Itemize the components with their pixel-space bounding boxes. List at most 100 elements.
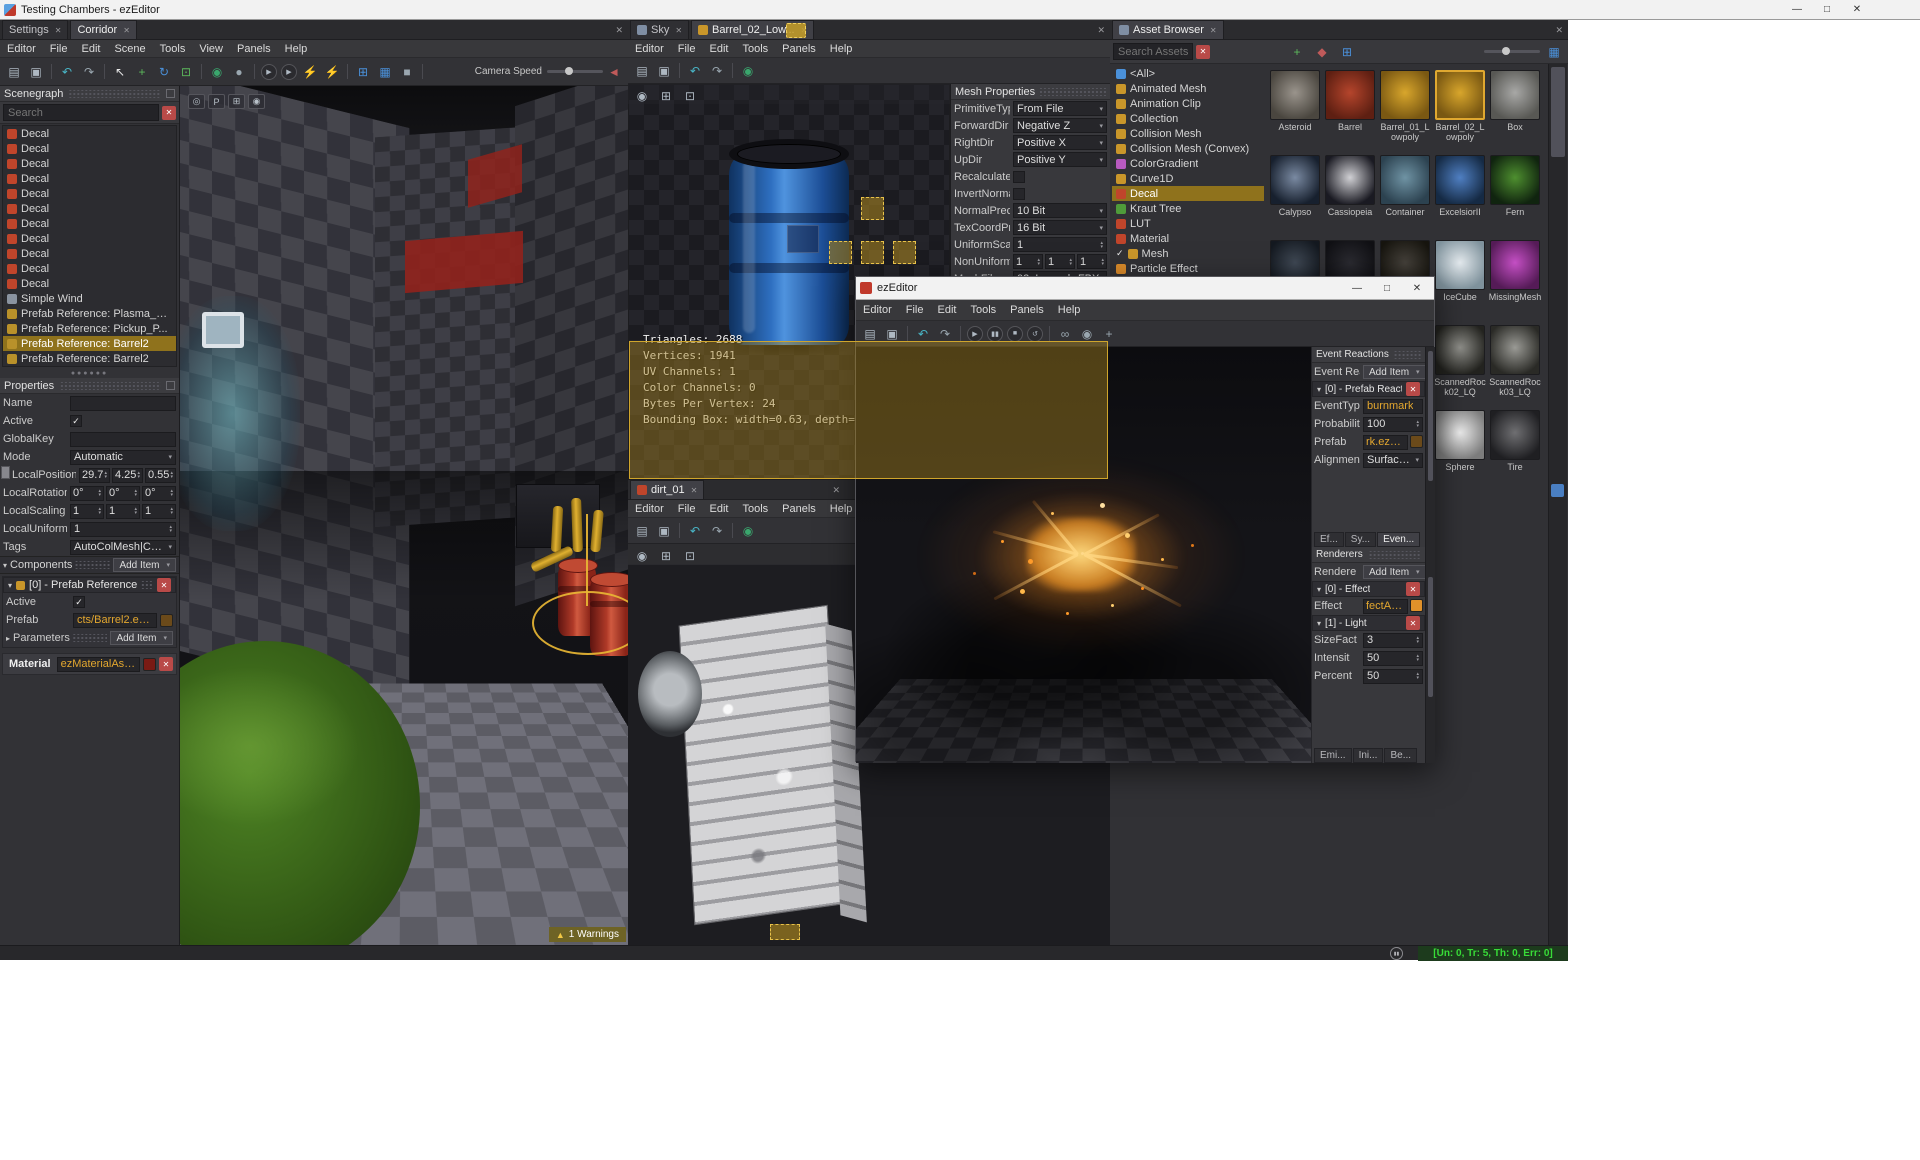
GlobalKey-field[interactable] [70,431,176,447]
menu-editor[interactable]: Editor [0,43,43,55]
scrollbar-thumb[interactable] [1428,351,1433,481]
scrollbar-thumb[interactable] [1428,577,1433,697]
remove-renderer-button[interactable]: ✕ [1406,582,1420,596]
asset-browse-button[interactable] [1410,434,1423,448]
thumbnail-size-slider[interactable] [1484,47,1540,55]
tree-item[interactable]: Material [1112,231,1264,246]
grid-icon[interactable]: ⊞ [656,86,676,106]
camera-icon[interactable]: ◉ [632,546,652,566]
prefab-reaction-group-header[interactable]: ▾ [0] - Prefab Reaction ✕ [1312,381,1425,397]
menu-help[interactable]: Help [823,503,860,515]
open-icon[interactable]: ▣ [654,521,674,541]
LocalPosition-field[interactable]: 0.55 ▴ ▾ [145,467,176,483]
asset-thumbnail-asteroid[interactable]: Asteroid [1268,70,1322,132]
loop-icon[interactable]: ∞ [1055,324,1075,344]
asset-thumbnail-barrel_02_lowpoly[interactable]: Barrel_02_Lowpoly [1433,70,1487,142]
save-icon[interactable]: ▤ [4,62,24,82]
particle-editor-window[interactable]: ezEditor — □ ✕ Editor File Edit Tools Panels… [855,276,1435,763]
menu-help[interactable]: Help [823,43,860,55]
selection-gizmo-axis[interactable] [586,514,588,606]
asset-thumbnail-barrel[interactable]: Barrel [1323,70,1377,132]
Prefab-field[interactable]: rk.ezPrefab [1363,434,1408,450]
open-icon[interactable]: ▣ [882,324,902,344]
UpDir-field[interactable]: Positive Y ▾ [1013,152,1107,167]
rotate-icon[interactable]: ↻ [154,62,174,82]
Tags-field[interactable]: AutoColMesh|CastShadow▾ [70,539,176,555]
menu-tools[interactable]: Tools [963,304,1003,316]
camera-speed-slider[interactable] [547,67,603,75]
asset-thumbnail-scannedrock03_lq[interactable]: ScannedRock03_LQ [1488,325,1542,397]
asset-thumbnail-box[interactable]: Box [1488,70,1542,132]
close-button[interactable]: ✕ [1402,279,1432,297]
panel-tab-emi[interactable]: Emi... [1314,748,1352,763]
remove-renderer-button[interactable]: ✕ [1406,616,1420,630]
tree-item[interactable]: Decal [3,231,176,246]
NonUniformS-field[interactable]: 1 ▴ ▾ [1045,254,1075,269]
redo-icon[interactable]: ↷ [707,521,727,541]
NormalPrecis-field[interactable]: 10 Bit ▾ [1013,203,1107,218]
world-icon[interactable]: ◉ [207,62,227,82]
panel-splitter[interactable]: ●●●●●● [0,368,179,378]
effect-group-header[interactable]: ▾ [0] - Effect ✕ [1312,581,1425,597]
panel-tab-ini[interactable]: Ini... [1352,748,1384,763]
UniformScalir-field[interactable]: 1 ▴ ▾ [1013,237,1107,252]
tree-item[interactable]: Animation Clip [1112,96,1264,111]
expander-icon[interactable]: ▾ [1317,385,1321,394]
Effect-field[interactable]: fectAsset [1363,598,1408,614]
expander-icon[interactable]: ▸ [6,634,10,643]
remove-component-button[interactable]: ✕ [157,578,171,592]
NonUniformS-field[interactable]: 1 ▴ ▾ [1013,254,1043,269]
Intensit-field[interactable]: 50 ▴ ▾ [1363,650,1423,666]
menu-panels[interactable]: Panels [775,43,823,55]
panel-tab-even[interactable]: Even... [1377,532,1421,547]
panel-close-icon[interactable]: ✕ [1097,25,1105,36]
physics-icon[interactable]: ● [229,62,249,82]
TexCoordPre-field[interactable]: 16 Bit ▾ [1013,220,1107,235]
LocalRotation-field[interactable]: 0° ▴ ▾ [70,485,104,501]
asset-thumbnail-scannedrock02_lq[interactable]: ScannedRock02_LQ [1433,325,1487,397]
add-event-reaction-button[interactable]: Add Item ▾ [1363,365,1426,379]
add-collection-icon[interactable]: + [1287,42,1307,62]
light-group-header[interactable]: ▾ [1] - Light ✕ [1312,615,1425,631]
tree-item[interactable]: Decal [1112,186,1264,201]
LocalRotation-field[interactable]: 0° ▴ ▾ [106,485,140,501]
asset-scrollbar[interactable] [1548,64,1567,945]
components-header[interactable]: ▾ Components Add Item ▾ [0,556,179,574]
menu-file[interactable]: File [43,43,75,55]
menu-tools[interactable]: Tools [735,503,775,515]
ForwardDir-field[interactable]: Negative Z ▾ [1013,118,1107,133]
world-icon[interactable]: ◉ [738,521,758,541]
add-component-button[interactable]: Add Item ▾ [113,558,176,572]
asset-thumbnail-tire[interactable]: Tire [1488,410,1542,472]
grid-icon[interactable]: ⊞ [353,62,373,82]
SizeFact-field[interactable]: 3 ▴ ▾ [1363,632,1423,648]
tree-item[interactable]: Animated Mesh [1112,81,1264,96]
tree-item[interactable]: Decal [3,156,176,171]
play-icon[interactable]: ▶ [967,325,983,342]
minimize-button[interactable]: — [1782,1,1812,19]
tree-item[interactable]: ColorGradient [1112,156,1264,171]
tab-close-icon[interactable]: ✕ [55,26,62,35]
box-icon[interactable]: ■ [397,62,417,82]
browse-asset-button[interactable] [160,613,173,627]
play-icon[interactable]: ▶ [261,63,277,80]
tree-item[interactable]: Decal [3,141,176,156]
PrimitiveTyp-field[interactable]: From File ▾ [1013,101,1107,116]
menu-editor[interactable]: Editor [856,304,899,316]
LocalScaling-field[interactable]: 1 ▴ ▾ [70,503,104,519]
tab-close-icon[interactable]: ✕ [123,26,130,35]
tree-item[interactable]: Decal [3,246,176,261]
tree-item[interactable]: Simple Wind [3,291,176,306]
simulate-icon[interactable]: ▶ [281,63,297,80]
menu-panels[interactable]: Panels [775,503,823,515]
perspective-icon[interactable]: P [208,94,225,109]
save-icon[interactable]: ▤ [632,61,652,81]
pin-icon[interactable]: + [1099,324,1119,344]
tree-item[interactable]: Prefab Reference: Pickup_P... [3,321,176,336]
redo-icon[interactable]: ↷ [935,324,955,344]
pause-icon[interactable]: ▮▮ [987,325,1003,342]
menu-file[interactable]: File [671,43,703,55]
panel-close-icon[interactable]: ✕ [615,25,623,36]
tab-sky[interactable]: Sky ✕ [630,20,690,39]
panel-close-icon[interactable]: ✕ [832,485,840,496]
